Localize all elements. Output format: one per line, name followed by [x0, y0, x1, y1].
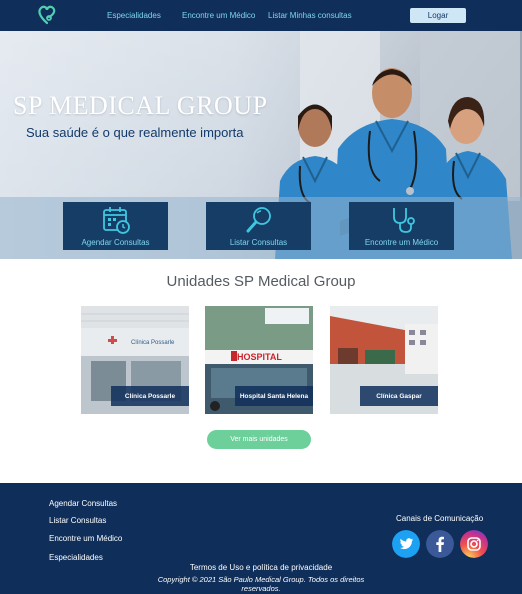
footer-terms-link[interactable]: Termos de Uso e política de privacidade [0, 563, 522, 572]
unit-card-label: Clínica Possarle [124, 392, 176, 400]
action-card-listar[interactable]: Listar Consultas [206, 202, 311, 250]
footer-link-especialidades[interactable]: Especialidades [49, 553, 103, 562]
top-navbar: Especialidades Encontre um Médico Listar… [0, 0, 522, 31]
stethoscope-icon [392, 208, 415, 233]
nav-link-especialidades[interactable]: Especialidades [107, 11, 161, 20]
action-card-agendar[interactable]: Agendar Consultas [63, 202, 168, 250]
nav-link-listar-consultas[interactable]: Listar Minhas consultas [268, 11, 352, 20]
magnifier-icon [246, 207, 271, 233]
see-more-units-button[interactable]: Ver mais unidades [207, 430, 311, 449]
unit-card-label: Hospital Santa Helena [239, 392, 309, 400]
action-card-encontre-label: Encontre um Médico [364, 238, 439, 247]
login-button[interactable]: Logar [410, 8, 466, 23]
clinic-sign-text: Clínica Possarle [131, 340, 175, 346]
action-card-listar-label: Listar Consultas [229, 238, 288, 247]
heart-stethoscope-logo-icon[interactable] [35, 3, 59, 27]
unit-card-label-bar: Clínica Gaspar [360, 386, 438, 406]
unit-card-label-bar: Hospital Santa Helena [235, 386, 313, 406]
footer-channels-title: Canais de Comunicação [396, 514, 484, 523]
instagram-icon[interactable] [460, 530, 488, 558]
twitter-icon[interactable] [392, 530, 420, 558]
footer-link-agendar[interactable]: Agendar Consultas [49, 499, 117, 508]
unit-card-label-bar: Clínica Possarle [111, 386, 189, 406]
hospital-sign-text: HOSPITAL [237, 352, 282, 362]
calendar-clock-icon [102, 207, 130, 234]
unit-card-hospital-santa-helena[interactable]: HOSPITAL Hospital Santa Helena [205, 306, 313, 414]
footer-link-encontre[interactable]: Encontre um Médico [49, 534, 122, 543]
hero-title: SP MEDICAL GROUP [13, 91, 268, 120]
unit-card-clinica-possarle[interactable]: Clínica Possarle Clínica Possarle [81, 306, 189, 414]
footer-copyright: Copyright © 2021 São Paulo Medical Group… [157, 575, 365, 593]
units-section-title: Unidades SP Medical Group [166, 273, 356, 290]
unit-card-label: Clínica Gaspar [376, 392, 422, 400]
action-card-encontre[interactable]: Encontre um Médico [349, 202, 454, 250]
footer-link-listar[interactable]: Listar Consultas [49, 516, 106, 525]
action-card-agendar-label: Agendar Consultas [81, 238, 150, 247]
nav-link-encontre-medico[interactable]: Encontre um Médico [182, 11, 255, 20]
facebook-icon[interactable] [426, 530, 454, 558]
hero-subtitle: Sua saúde é o que realmente importa [26, 125, 244, 140]
unit-card-clinica-gaspar[interactable]: Clínica Gaspar [330, 306, 438, 414]
